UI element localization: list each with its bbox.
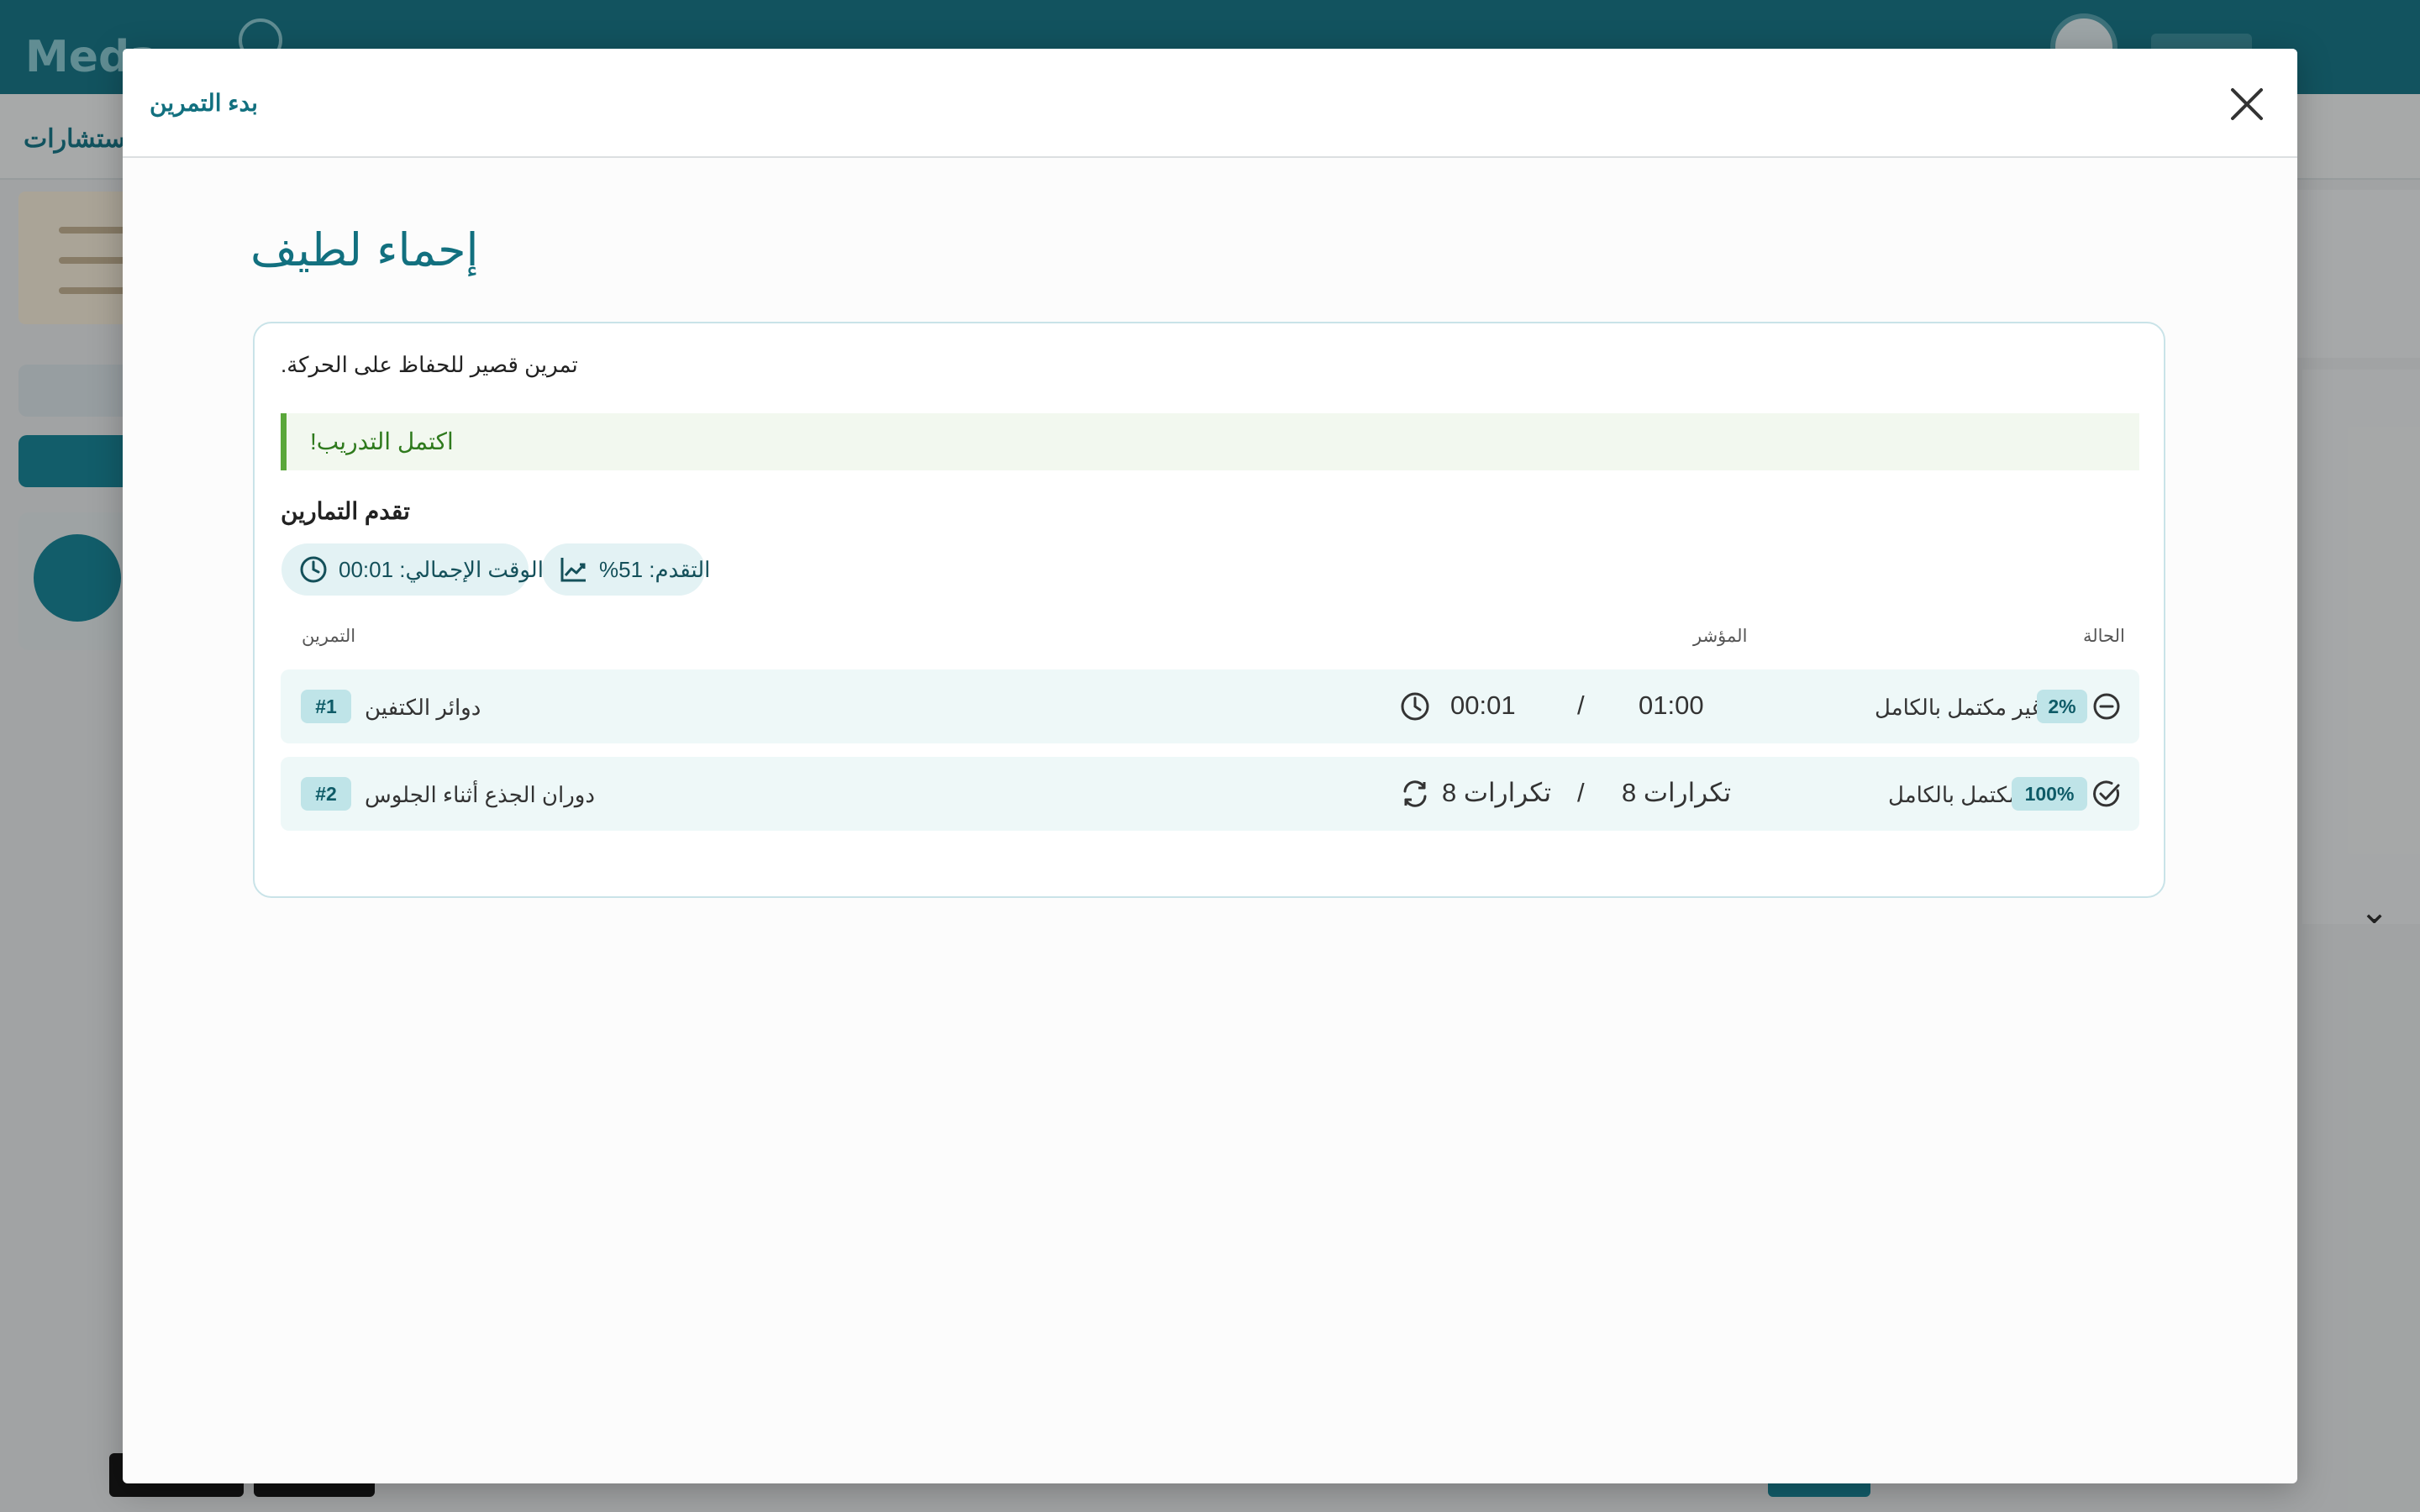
close-button[interactable] <box>2225 82 2269 126</box>
percent-badge: 100% <box>2012 777 2087 811</box>
exercise-index-badge: #1 <box>301 690 351 723</box>
minus-circle-icon <box>2093 693 2120 720</box>
metric-separator: / <box>1577 778 1585 807</box>
clock-icon <box>1401 692 1429 721</box>
column-header-exercise: التمرين <box>302 627 356 646</box>
progress-heading: تقدم التمارين <box>281 498 410 524</box>
workout-card: تمرين قصير للحفاظ على الحركة. اكتمل التد… <box>253 322 2165 898</box>
exercise-row[interactable]: #1 دوائر الكتفين 00:01 / 01:00 غير مكتمل… <box>281 669 2139 743</box>
clock-icon <box>300 556 327 583</box>
progress-text: التقدم: 51% <box>599 556 711 582</box>
modal-header: بدء التمرين <box>123 49 2297 158</box>
modal-title: بدء التمرين <box>150 90 258 116</box>
metric-done: تكرارات 8 <box>1442 778 1552 807</box>
column-header-indicator: المؤشر <box>1693 627 1748 646</box>
exercise-index-badge: #2 <box>301 777 351 811</box>
column-header-status: الحالة <box>2083 627 2125 646</box>
start-workout-modal: بدء التمرين إحماء لطيف تمرين قصير للحفاظ… <box>123 49 2297 1483</box>
close-icon <box>2231 88 2263 120</box>
total-time-chip: الوقت الإجمالي: 00:01 <box>281 543 544 596</box>
alert-text: اكتمل التدريب! <box>310 428 454 454</box>
status-text: مكتمل بالكامل <box>1888 782 2021 807</box>
metric-done: 00:01 <box>1450 690 1516 720</box>
percent-badge: 2% <box>2037 690 2087 723</box>
progress-chip: التقدم: 51% <box>542 543 710 596</box>
exercise-row[interactable]: #2 دوران الجذع أثناء الجلوس تكرارات 8 / … <box>281 757 2139 831</box>
repeat-icon <box>1403 780 1427 807</box>
total-time-text: الوقت الإجمالي: 00:01 <box>339 556 544 582</box>
metric-separator: / <box>1577 690 1585 720</box>
workout-title: إحماء لطيف <box>250 223 479 276</box>
workout-description: تمرين قصير للحفاظ على الحركة. <box>281 352 578 377</box>
check-circle-icon <box>2093 780 2120 807</box>
trend-chart-icon <box>560 558 586 582</box>
metric-target: 01:00 <box>1639 690 1704 720</box>
exercise-name: دوران الجذع أثناء الجلوس <box>365 782 595 807</box>
status-text: غير مكتمل بالكامل <box>1875 695 2044 720</box>
success-alert: اكتمل التدريب! <box>281 413 2139 470</box>
metric-target: تكرارات 8 <box>1622 778 1732 807</box>
exercise-name: دوائر الكتفين <box>365 695 481 720</box>
